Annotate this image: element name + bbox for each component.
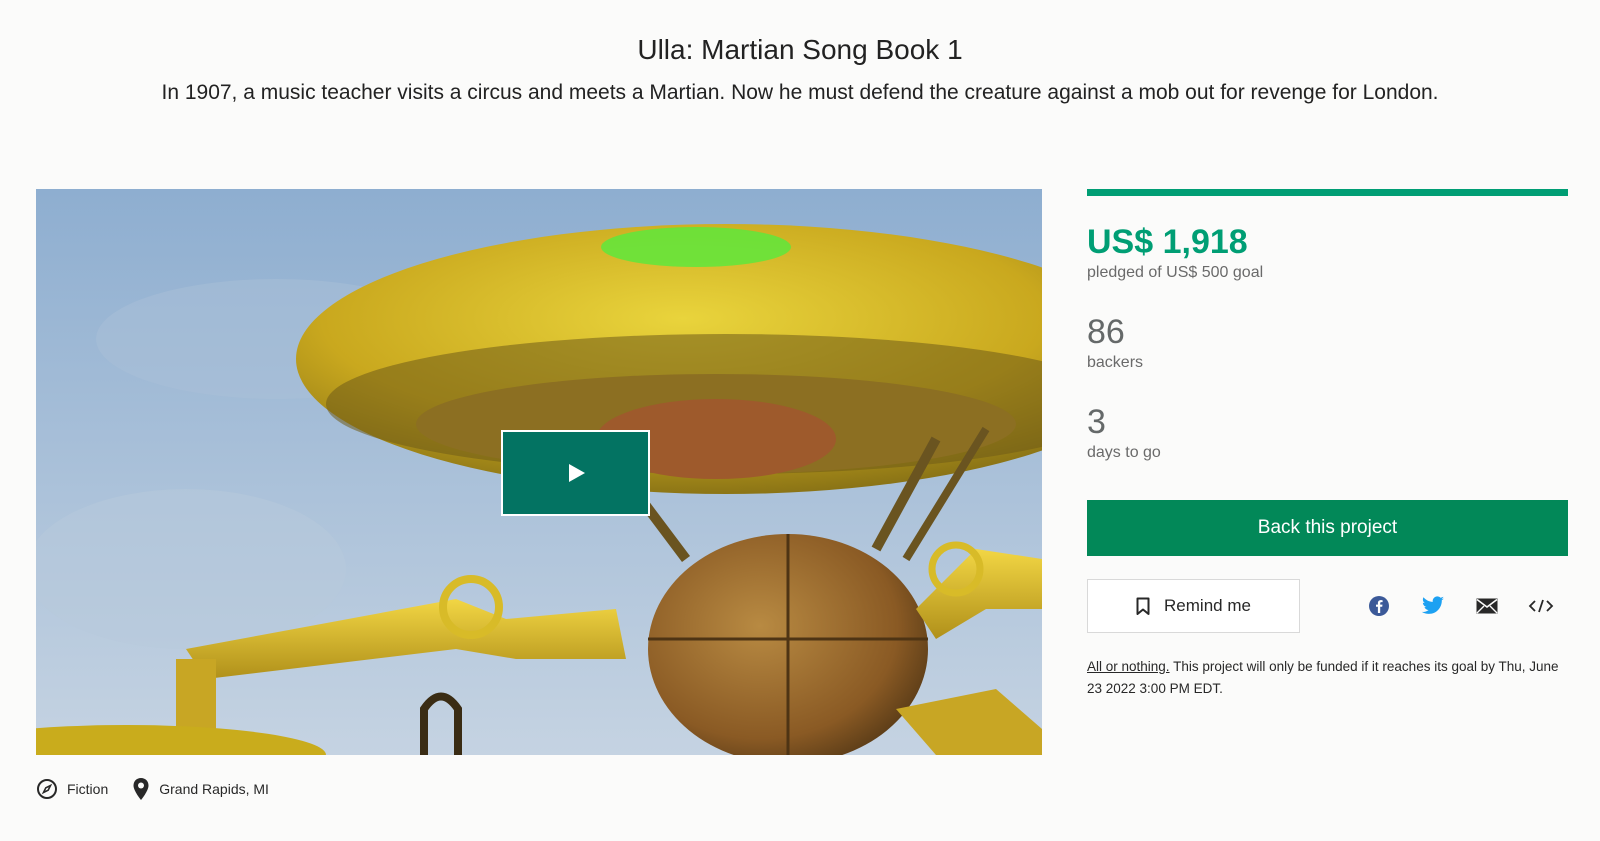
embed-icon [1528,599,1554,613]
location-label: Grand Rapids, MI [159,781,269,797]
project-video[interactable] [36,189,1042,755]
back-project-button[interactable]: Back this project [1087,500,1568,556]
days-to-go-count: 3 [1087,403,1106,441]
backers-label: backers [1087,354,1144,371]
map-pin-icon [133,778,149,800]
category-link[interactable]: Fiction [36,778,108,800]
funding-panel: US$ 1,918 pledged of US$ 500 goal 86 bac… [1087,189,1568,700]
email-share-button[interactable] [1460,598,1514,614]
play-icon [568,464,585,482]
twitter-share-button[interactable] [1406,596,1460,616]
facebook-share-button[interactable] [1352,595,1406,617]
bookmark-icon [1136,597,1150,615]
secondary-actions: Remind me [1087,579,1568,633]
twitter-icon [1421,596,1444,614]
remind-me-button[interactable]: Remind me [1087,579,1300,633]
pledged-amount: US$ 1,918 [1087,223,1248,261]
compass-icon [37,779,57,799]
category-label: Fiction [67,781,109,797]
days-to-go-label: days to go [1087,444,1161,461]
facebook-icon [1369,596,1389,616]
embed-button[interactable] [1514,598,1568,614]
share-buttons [1352,595,1568,617]
funding-terms: All or nothing. This project will only b… [1087,656,1568,700]
location-link[interactable]: Grand Rapids, MI [132,777,269,801]
funding-progress-bar [1087,189,1568,196]
project-meta: Fiction Grand Rapids, MI [36,777,293,801]
remind-me-label: Remind me [1164,596,1251,615]
funding-progress-fill [1087,189,1568,196]
email-icon [1476,598,1498,614]
project-title: Ulla: Martian Song Book 1 [637,34,963,65]
play-button[interactable] [501,430,650,516]
pledged-goal-label: pledged of US$ 500 goal [1087,264,1264,281]
all-or-nothing-link[interactable]: All or nothing. [1087,659,1170,674]
backers-count: 86 [1087,313,1125,351]
project-blurb: In 1907, a music teacher visits a circus… [161,81,1439,104]
